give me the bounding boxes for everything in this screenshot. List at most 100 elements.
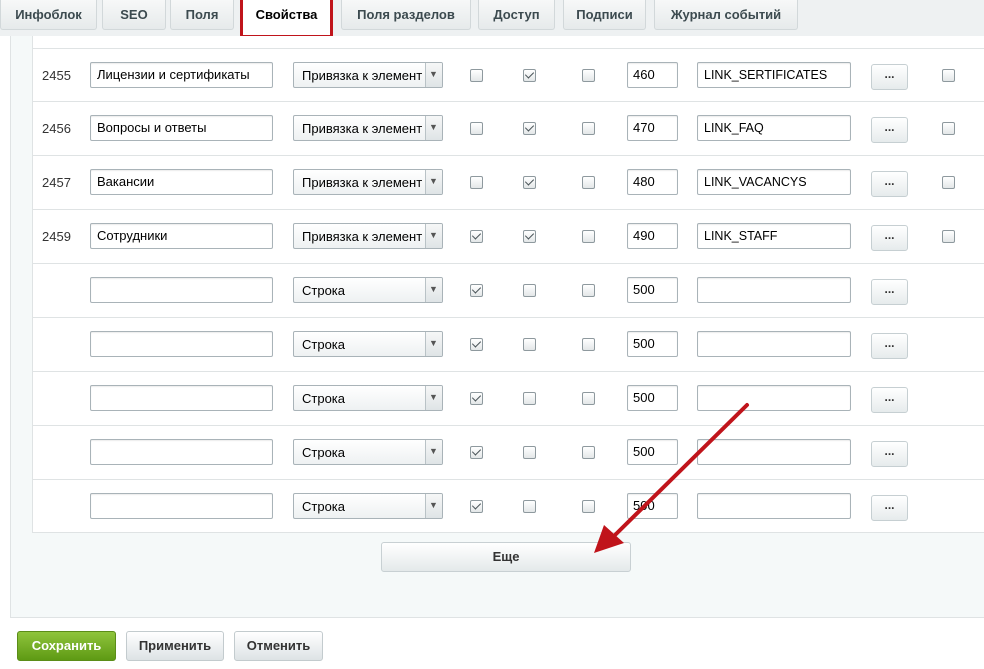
property-type-select[interactable]: Строка ▼	[293, 493, 443, 519]
cancel-button[interactable]: Отменить	[234, 631, 323, 661]
more-settings-button[interactable]: ...	[871, 387, 908, 413]
property-type-select[interactable]: Строка ▼	[293, 439, 443, 465]
table-row: 2459 Сотрудники Привязка к элемент ▼ 490 …	[32, 210, 984, 264]
sort-field[interactable]: 500	[627, 385, 678, 411]
sort-field[interactable]: 500	[627, 439, 678, 465]
selected-type: Привязка к элемент	[302, 229, 423, 244]
property-type-select[interactable]: Привязка к элемент ▼	[293, 169, 443, 195]
code-field[interactable]	[697, 331, 851, 357]
code-field[interactable]	[697, 277, 851, 303]
code-field[interactable]: LINK_FAQ	[697, 115, 851, 141]
required-checkbox[interactable]	[582, 392, 595, 405]
multiple-checkbox[interactable]	[523, 284, 536, 297]
tab-infoblock[interactable]: Инфоблок	[0, 0, 97, 30]
property-type-select[interactable]: Привязка к элемент ▼	[293, 223, 443, 249]
property-id: 2456	[42, 121, 71, 136]
sort-field[interactable]: 500	[627, 331, 678, 357]
property-name-field[interactable]: Вакансии	[90, 169, 273, 195]
property-type-select[interactable]: Строка ▼	[293, 331, 443, 357]
chevron-down-icon: ▼	[425, 278, 442, 302]
save-button[interactable]: Сохранить	[17, 631, 116, 661]
required-checkbox[interactable]	[582, 338, 595, 351]
selected-type: Строка	[302, 499, 346, 514]
active-checkbox[interactable]	[470, 392, 483, 405]
active-checkbox[interactable]	[470, 500, 483, 513]
more-button[interactable]: Еще	[381, 542, 631, 572]
required-checkbox[interactable]	[582, 284, 595, 297]
sort-field[interactable]: 460	[627, 62, 678, 88]
more-settings-button[interactable]: ...	[871, 495, 908, 521]
active-checkbox[interactable]	[470, 446, 483, 459]
delete-checkbox[interactable]	[942, 230, 955, 243]
active-checkbox[interactable]	[470, 230, 483, 243]
property-type-select[interactable]: Привязка к элемент ▼	[293, 62, 443, 88]
delete-checkbox[interactable]	[942, 69, 955, 82]
multiple-checkbox[interactable]	[523, 230, 536, 243]
more-settings-button[interactable]: ...	[871, 279, 908, 305]
tab-event-log[interactable]: Журнал событий	[654, 0, 798, 30]
required-checkbox[interactable]	[582, 446, 595, 459]
active-checkbox[interactable]	[470, 338, 483, 351]
property-type-select[interactable]: Строка ▼	[293, 277, 443, 303]
selected-type: Строка	[302, 283, 346, 298]
apply-button[interactable]: Применить	[126, 631, 224, 661]
required-checkbox[interactable]	[582, 176, 595, 189]
sort-field[interactable]: 480	[627, 169, 678, 195]
table-row: Строка ▼ 500 ...	[32, 318, 984, 372]
more-settings-button[interactable]: ...	[871, 225, 908, 251]
code-field[interactable]: LINK_SERTIFICATES	[697, 62, 851, 88]
multiple-checkbox[interactable]	[523, 176, 536, 189]
sort-field[interactable]: 500	[627, 277, 678, 303]
more-settings-button[interactable]: ...	[871, 171, 908, 197]
property-name-field[interactable]	[90, 385, 273, 411]
code-field[interactable]	[697, 493, 851, 519]
delete-checkbox[interactable]	[942, 176, 955, 189]
required-checkbox[interactable]	[582, 230, 595, 243]
table-row: Строка ▼ 500 ...	[32, 264, 984, 318]
more-settings-button[interactable]: ...	[871, 117, 908, 143]
property-name-field[interactable]	[90, 439, 273, 465]
more-settings-button[interactable]: ...	[871, 441, 908, 467]
more-settings-button[interactable]: ...	[871, 64, 908, 90]
property-name-field[interactable]: Лицензии и сертификаты	[90, 62, 273, 88]
multiple-checkbox[interactable]	[523, 338, 536, 351]
code-field[interactable]	[697, 439, 851, 465]
selected-type: Привязка к элемент	[302, 175, 423, 190]
chevron-down-icon: ▼	[425, 386, 442, 410]
tab-access[interactable]: Доступ	[478, 0, 555, 30]
multiple-checkbox[interactable]	[523, 392, 536, 405]
active-checkbox[interactable]	[470, 176, 483, 189]
code-field[interactable]	[697, 385, 851, 411]
property-name-field[interactable]	[90, 331, 273, 357]
table-row: 2457 Вакансии Привязка к элемент ▼ 480 LI…	[32, 156, 984, 210]
sort-field[interactable]: 500	[627, 493, 678, 519]
more-settings-button[interactable]: ...	[871, 333, 908, 359]
code-field[interactable]: LINK_STAFF	[697, 223, 851, 249]
active-checkbox[interactable]	[470, 69, 483, 82]
property-name-field[interactable]	[90, 493, 273, 519]
code-field[interactable]: LINK_VACANCYS	[697, 169, 851, 195]
tab-section-fields[interactable]: Поля разделов	[341, 0, 471, 30]
property-type-select[interactable]: Привязка к элемент ▼	[293, 115, 443, 141]
multiple-checkbox[interactable]	[523, 500, 536, 513]
tab-seo[interactable]: SEO	[102, 0, 166, 30]
required-checkbox[interactable]	[582, 122, 595, 135]
required-checkbox[interactable]	[582, 500, 595, 513]
sort-field[interactable]: 490	[627, 223, 678, 249]
multiple-checkbox[interactable]	[523, 446, 536, 459]
property-name-field[interactable]: Сотрудники	[90, 223, 273, 249]
property-name-field[interactable]: Вопросы и ответы	[90, 115, 273, 141]
property-name-field[interactable]	[90, 277, 273, 303]
active-checkbox[interactable]	[470, 122, 483, 135]
tab-fields[interactable]: Поля	[170, 0, 234, 30]
required-checkbox[interactable]	[582, 69, 595, 82]
delete-checkbox[interactable]	[942, 122, 955, 135]
active-checkbox[interactable]	[470, 284, 483, 297]
property-type-select[interactable]: Строка ▼	[293, 385, 443, 411]
multiple-checkbox[interactable]	[523, 122, 536, 135]
tab-captions[interactable]: Подписи	[563, 0, 646, 30]
multiple-checkbox[interactable]	[523, 69, 536, 82]
table-row: 2455 Лицензии и сертификаты Привязка к э…	[32, 48, 984, 102]
table-row: 2456 Вопросы и ответы Привязка к элемент…	[32, 102, 984, 156]
sort-field[interactable]: 470	[627, 115, 678, 141]
